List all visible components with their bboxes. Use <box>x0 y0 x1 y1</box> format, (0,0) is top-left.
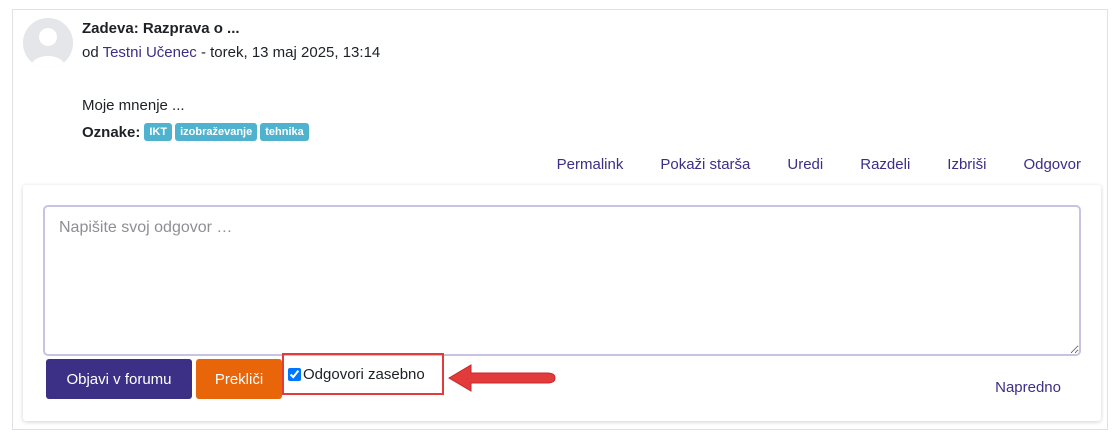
byline-prefix: od <box>82 44 103 61</box>
tag-badge[interactable]: izobraževanje <box>175 123 258 141</box>
post-byline: od Testni Učenec - torek, 13 maj 2025, 1… <box>82 44 380 61</box>
split-link[interactable]: Razdeli <box>860 156 910 173</box>
post-to-forum-button[interactable]: Objavi v forumu <box>46 359 192 399</box>
forum-post: Zadeva: Razprava o ... od Testni Učenec … <box>12 9 1108 430</box>
reply-textarea[interactable] <box>43 205 1081 356</box>
reply-link[interactable]: Odgovor <box>1023 156 1081 173</box>
private-reply-label[interactable]: Odgovori zasebno <box>303 366 425 383</box>
post-actions: Permalink Pokaži starša Uredi Razdeli Iz… <box>520 156 1081 173</box>
show-parent-link[interactable]: Pokaži starša <box>660 156 750 173</box>
permalink-link[interactable]: Permalink <box>557 156 624 173</box>
post-date: - torek, 13 maj 2025, 13:14 <box>196 44 381 61</box>
private-reply-highlight: Odgovori zasebno <box>282 353 444 395</box>
post-subject: Zadeva: Razprava o ... <box>82 20 240 37</box>
private-reply-checkbox[interactable] <box>288 367 301 381</box>
tag-badge[interactable]: tehnika <box>260 123 309 141</box>
tags-label: Oznake: <box>82 123 141 141</box>
tag-badge[interactable]: IKT <box>144 123 173 141</box>
annotation-arrow-icon <box>448 364 556 392</box>
post-message: Moje mnenje ... <box>82 97 185 114</box>
delete-link[interactable]: Izbriši <box>947 156 986 173</box>
inline-reply-form: Objavi v forumu Prekliči Odgovori zasebn… <box>23 185 1101 421</box>
post-tags: Oznake: IKT izobraževanje tehnika <box>82 123 312 141</box>
author-link[interactable]: Testni Učenec <box>103 44 197 61</box>
advanced-link[interactable]: Napredno <box>995 379 1061 396</box>
user-avatar-icon[interactable] <box>23 18 73 68</box>
cancel-button[interactable]: Prekliči <box>196 359 282 399</box>
edit-link[interactable]: Uredi <box>787 156 823 173</box>
